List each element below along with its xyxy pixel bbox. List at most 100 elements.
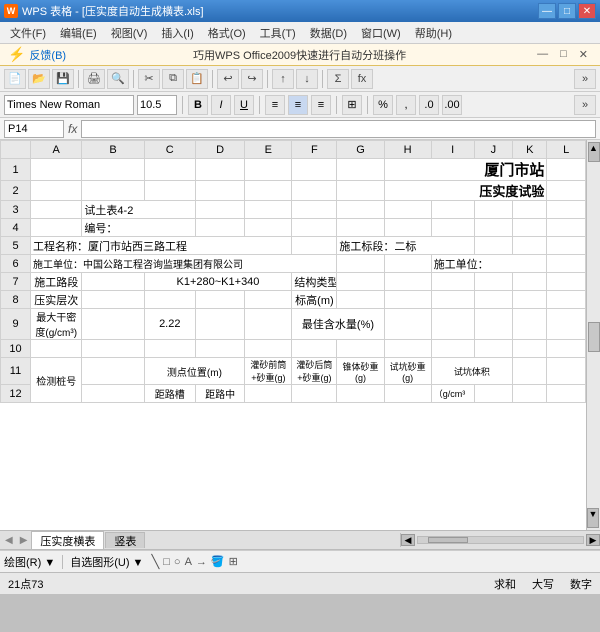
cell-A10[interactable] bbox=[31, 340, 82, 358]
notif-maximize[interactable]: □ bbox=[556, 48, 571, 61]
cell-I11-merged[interactable]: 试坑体积 bbox=[431, 358, 512, 385]
cell-D2[interactable] bbox=[195, 181, 244, 201]
col-header-E[interactable]: E bbox=[245, 141, 292, 159]
horizontal-scrollbar[interactable]: ◀ ▶ bbox=[400, 533, 600, 547]
cell-L6[interactable] bbox=[547, 255, 586, 273]
cell-G10[interactable] bbox=[337, 340, 384, 358]
cell-E12[interactable] bbox=[245, 385, 292, 403]
fill-tool[interactable]: 🪣 bbox=[211, 555, 225, 568]
row-header-2[interactable]: 2 bbox=[1, 181, 31, 201]
col-header-H[interactable]: H bbox=[384, 141, 431, 159]
cell-F5[interactable] bbox=[292, 237, 337, 255]
open-button[interactable]: 📂 bbox=[28, 69, 50, 89]
cell-F1[interactable] bbox=[292, 159, 337, 181]
cell-B10[interactable] bbox=[82, 340, 144, 358]
cell-B8[interactable] bbox=[82, 291, 144, 309]
col-header-G[interactable]: G bbox=[337, 141, 384, 159]
cell-I12[interactable]: （g/cm³ bbox=[431, 385, 474, 403]
row-header-3[interactable]: 3 bbox=[1, 201, 31, 219]
cell-J12[interactable] bbox=[474, 385, 513, 403]
cell-L1[interactable] bbox=[547, 159, 586, 181]
percent-button[interactable]: % bbox=[373, 95, 393, 115]
maximize-button[interactable]: □ bbox=[558, 3, 576, 19]
menu-help[interactable]: 帮助(H) bbox=[409, 23, 458, 43]
cell-C12[interactable]: 距路槽 bbox=[144, 385, 195, 403]
save-button[interactable]: 💾 bbox=[52, 69, 74, 89]
menu-edit[interactable]: 编辑(E) bbox=[54, 23, 103, 43]
cell-H7[interactable] bbox=[384, 273, 431, 291]
text-tool[interactable]: A bbox=[185, 556, 192, 568]
col-header-D[interactable]: D bbox=[195, 141, 244, 159]
expand-button[interactable]: » bbox=[574, 69, 596, 89]
notif-close[interactable]: ✕ bbox=[575, 48, 592, 61]
cell-D9[interactable] bbox=[195, 309, 244, 340]
minimize-button[interactable]: — bbox=[538, 3, 556, 19]
col-header-A[interactable]: A bbox=[31, 141, 82, 159]
cell-L4[interactable] bbox=[547, 219, 586, 237]
cell-I7[interactable] bbox=[431, 273, 474, 291]
row-header-1[interactable]: 1 bbox=[1, 159, 31, 181]
cell-K5[interactable] bbox=[513, 237, 547, 255]
cell-F3[interactable] bbox=[292, 201, 337, 219]
cell-F11[interactable]: 灌砂后筒+砂重(g) bbox=[292, 358, 337, 385]
font-size-selector[interactable] bbox=[137, 95, 177, 115]
row-header-11[interactable]: 11 bbox=[1, 358, 31, 385]
draw-label[interactable]: 绘图(R) ▼ bbox=[4, 554, 55, 570]
cell-L12[interactable] bbox=[547, 385, 586, 403]
cell-G5-merged[interactable]: 施工标段：二标 bbox=[337, 237, 474, 255]
notif-label[interactable]: 反馈(B) bbox=[29, 47, 66, 63]
new-button[interactable]: 📄 bbox=[4, 69, 26, 89]
cell-L5[interactable] bbox=[547, 237, 586, 255]
font-selector[interactable] bbox=[4, 95, 134, 115]
cell-F4[interactable] bbox=[292, 219, 337, 237]
row-header-7[interactable]: 7 bbox=[1, 273, 31, 291]
cell-D12[interactable]: 距路中 bbox=[195, 385, 244, 403]
cell-L11[interactable] bbox=[547, 358, 586, 385]
vertical-scrollbar[interactable]: ▲ ▼ bbox=[586, 140, 600, 530]
cell-H11[interactable]: 试坑砂重(g) bbox=[384, 358, 431, 385]
cell-J7[interactable] bbox=[474, 273, 513, 291]
col-header-I[interactable]: I bbox=[431, 141, 474, 159]
notif-controls[interactable]: — □ ✕ bbox=[533, 48, 592, 61]
italic-button[interactable]: I bbox=[211, 95, 231, 115]
cell-K10[interactable] bbox=[513, 340, 547, 358]
cell-I4[interactable] bbox=[431, 219, 474, 237]
cell-E10[interactable] bbox=[245, 340, 292, 358]
cell-L10[interactable] bbox=[547, 340, 586, 358]
cell-C10[interactable] bbox=[144, 340, 195, 358]
cell-A4[interactable] bbox=[31, 219, 82, 237]
cell-L9[interactable] bbox=[547, 309, 586, 340]
sigma-button[interactable]: Σ bbox=[327, 69, 349, 89]
cell-G2[interactable] bbox=[337, 181, 384, 201]
menu-format[interactable]: 格式(O) bbox=[202, 23, 252, 43]
row-header-9[interactable]: 9 bbox=[1, 309, 31, 340]
cell-reference-input[interactable] bbox=[4, 120, 64, 138]
cell-H8[interactable] bbox=[384, 291, 431, 309]
oval-tool[interactable]: ○ bbox=[174, 556, 181, 568]
cell-J10[interactable] bbox=[474, 340, 513, 358]
cell-H9[interactable] bbox=[384, 309, 431, 340]
cell-E2[interactable] bbox=[245, 181, 292, 201]
cell-D4[interactable] bbox=[195, 219, 244, 237]
cell-B11[interactable] bbox=[82, 358, 144, 385]
cell-J5[interactable] bbox=[474, 237, 513, 255]
sheet-tab-active[interactable]: 压实度横表 bbox=[31, 531, 104, 549]
cell-E1[interactable] bbox=[245, 159, 292, 181]
cell-H3[interactable] bbox=[384, 201, 431, 219]
cell-E8[interactable] bbox=[245, 291, 292, 309]
col-header-F[interactable]: F bbox=[292, 141, 337, 159]
fx-toolbar-button[interactable]: fx bbox=[351, 69, 373, 89]
cell-D1[interactable] bbox=[195, 159, 244, 181]
cell-A6-merged[interactable]: 施工单位：中国公路工程咨询监理集团有限公司 bbox=[31, 255, 337, 273]
cell-I6-merged[interactable]: 施工单位： bbox=[431, 255, 547, 273]
line-tool[interactable]: ╲ bbox=[151, 554, 159, 570]
cell-K4[interactable] bbox=[513, 219, 547, 237]
row-header-12[interactable]: 12 bbox=[1, 385, 31, 403]
close-button[interactable]: ✕ bbox=[578, 3, 596, 19]
row-header-4[interactable]: 4 bbox=[1, 219, 31, 237]
cell-H2-merged[interactable]: 压实度试验 bbox=[384, 181, 547, 201]
cell-K7[interactable] bbox=[513, 273, 547, 291]
cell-C8[interactable] bbox=[144, 291, 195, 309]
paste-button[interactable]: 📋 bbox=[186, 69, 208, 89]
cell-G6[interactable] bbox=[337, 255, 384, 273]
